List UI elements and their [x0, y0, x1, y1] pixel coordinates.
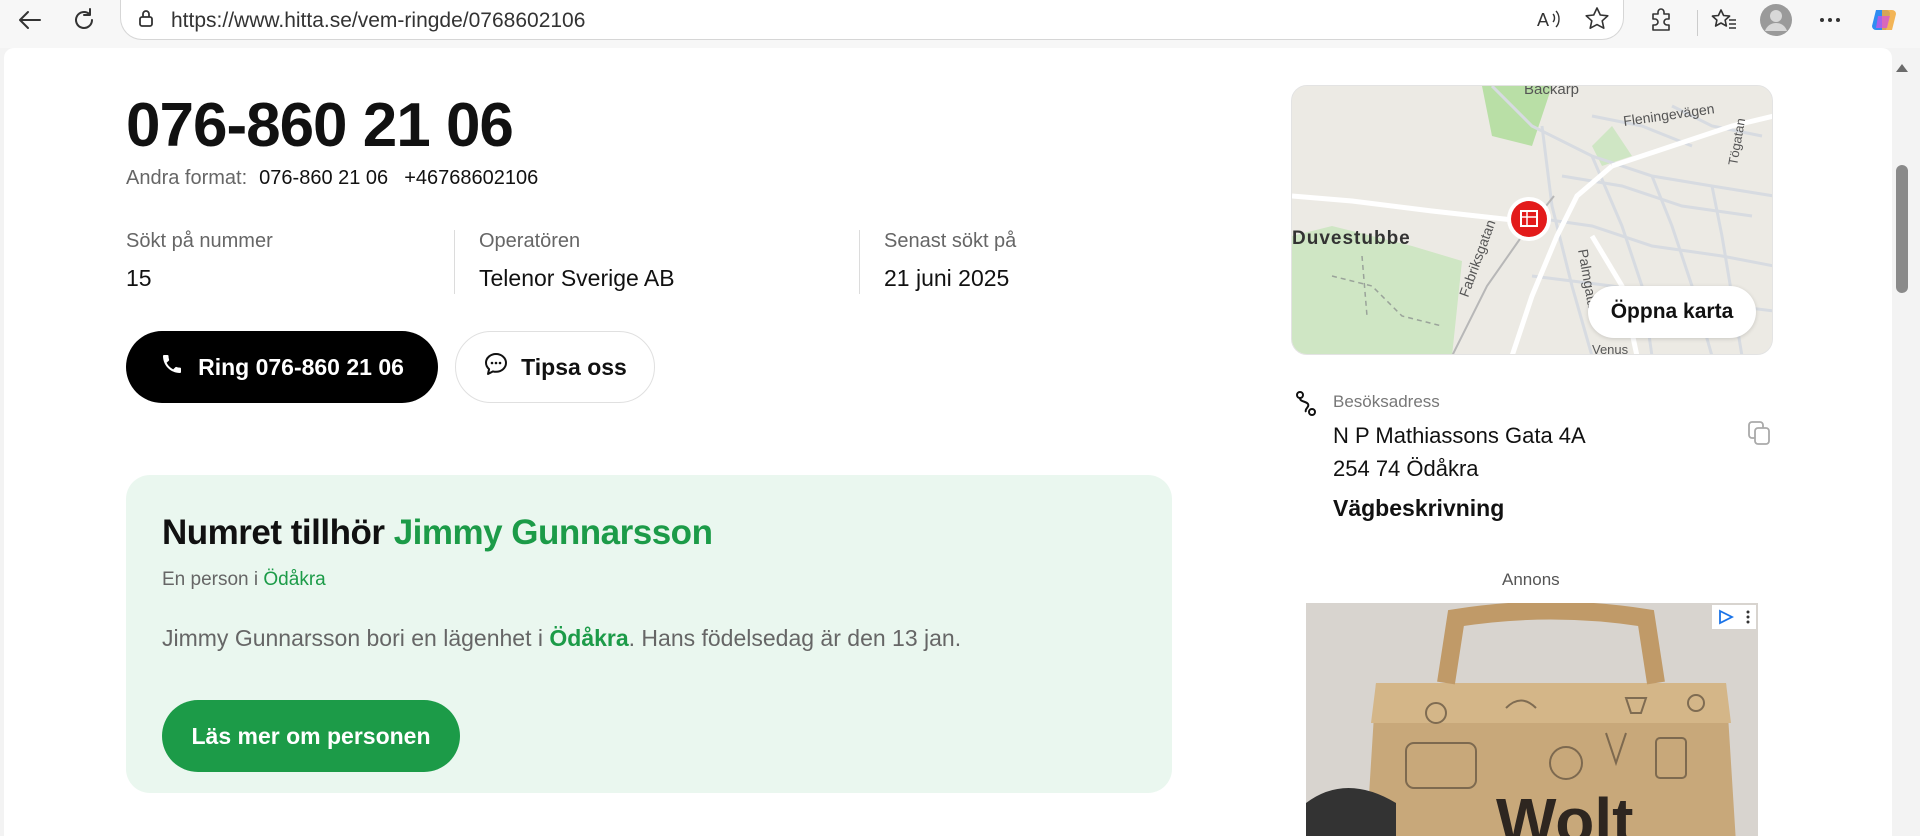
ad-choices-badge[interactable]: [1712, 605, 1756, 629]
format-national: 076-860 21 06: [259, 167, 389, 189]
ad-image: Wolt: [1306, 603, 1758, 836]
ad-more-icon: [1746, 610, 1749, 624]
directions-link[interactable]: Vägbeskrivning: [1333, 495, 1504, 522]
owner-sub-prefix: En person i: [162, 569, 259, 590]
ad-choices-icon: [1718, 609, 1734, 625]
call-button-label: Ring 076-860 21 06: [198, 353, 404, 380]
favorite-star-icon[interactable]: [1583, 5, 1611, 38]
owner-description: Jimmy Gunnarsson bori en lägenhet i Ödåk…: [162, 625, 961, 652]
extensions-icon[interactable]: [1644, 2, 1680, 38]
address-street: N P Mathiassons Gata 4A: [1333, 423, 1586, 448]
address-label: Besöksadress: [1333, 392, 1440, 411]
ad-banner[interactable]: Wolt: [1306, 603, 1758, 836]
owner-title-prefix: Numret tillhör: [162, 513, 385, 552]
stat-value: 21 juni 2025: [884, 265, 1010, 291]
scrollbar-thumb[interactable]: [1896, 165, 1908, 293]
url-text[interactable]: https://www.hitta.se/vem-ringde/07686021…: [171, 9, 585, 33]
toolbar-divider: [1697, 10, 1698, 36]
map-label-duvestubbe: Duvestubbe: [1292, 228, 1411, 249]
browser-toolbar: https://www.hitta.se/vem-ringde/07686021…: [0, 0, 1920, 48]
refresh-icon[interactable]: [66, 2, 102, 38]
tip-button[interactable]: Tipsa oss: [455, 331, 655, 403]
address-postal: 254 74 Ödåkra: [1333, 456, 1479, 481]
ad-brand-text: Wolt: [1496, 785, 1633, 836]
stat-value: 15: [126, 265, 152, 291]
tip-button-label: Tipsa oss: [521, 353, 627, 380]
owner-desc-city-link[interactable]: Ödåkra: [549, 625, 628, 651]
open-map-button[interactable]: Öppna karta: [1588, 286, 1756, 338]
owner-city-link[interactable]: Ödåkra: [263, 569, 325, 590]
page-viewport: 076-860 21 06 Andra format: 076-860 21 0…: [4, 48, 1892, 836]
address-bar[interactable]: https://www.hitta.se/vem-ringde/07686021…: [120, 0, 1624, 40]
more-menu-icon[interactable]: [1812, 2, 1848, 38]
stat-value: Telenor Sverige AB: [479, 265, 675, 291]
owner-title: Numret tillhör Jimmy Gunnarsson: [162, 513, 713, 553]
stat-label: Senast sökt på: [884, 230, 1017, 252]
other-formats: Andra format: 076-860 21 06 +46768602106: [126, 167, 538, 190]
stat-last-searched: Senast sökt på 21 juni 2025: [884, 230, 1016, 292]
favorites-icon[interactable]: [1706, 2, 1742, 38]
stat-operator: Operatören Telenor Sverige AB: [479, 230, 675, 292]
map-label-venus: Venus: [1592, 342, 1629, 355]
owner-desc-text-end: . Hans födelsedag är den 13 jan.: [628, 625, 962, 651]
phone-icon: [160, 352, 184, 382]
owner-name-link[interactable]: Jimmy Gunnarsson: [394, 513, 713, 552]
page-title: 076-860 21 06: [126, 91, 514, 160]
formats-label: Andra format:: [126, 167, 248, 189]
map-label-backarp: Backarp: [1524, 86, 1579, 98]
map-pin-icon: [1507, 197, 1551, 241]
ad-label: Annons: [1502, 570, 1560, 589]
copy-icon[interactable]: [1747, 420, 1771, 451]
route-icon: [1294, 391, 1318, 422]
read-aloud-icon[interactable]: A: [1535, 6, 1563, 37]
profile-avatar-icon[interactable]: [1758, 2, 1794, 38]
stat-label: Operatören: [479, 230, 581, 252]
format-international: +46768602106: [404, 167, 539, 189]
scroll-up-arrow[interactable]: [1896, 64, 1908, 72]
lock-icon[interactable]: [135, 7, 157, 34]
owner-subtitle: En person i Ödåkra: [162, 569, 326, 591]
owner-card: Numret tillhör Jimmy Gunnarsson En perso…: [126, 475, 1172, 793]
back-icon[interactable]: [12, 2, 48, 38]
stat-label: Sökt på nummer: [126, 230, 273, 252]
svg-text:A: A: [1537, 10, 1549, 30]
owner-desc-text: Jimmy Gunnarsson bori en lägenhet i: [162, 625, 543, 651]
copilot-icon[interactable]: [1866, 2, 1902, 38]
stat-divider: [859, 230, 860, 294]
stat-divider: [454, 230, 455, 294]
read-more-button[interactable]: Läs mer om personen: [162, 700, 460, 772]
chat-bubble-icon: [483, 351, 509, 383]
stat-searched-count: Sökt på nummer 15: [126, 230, 273, 292]
call-button[interactable]: Ring 076-860 21 06: [126, 331, 438, 403]
